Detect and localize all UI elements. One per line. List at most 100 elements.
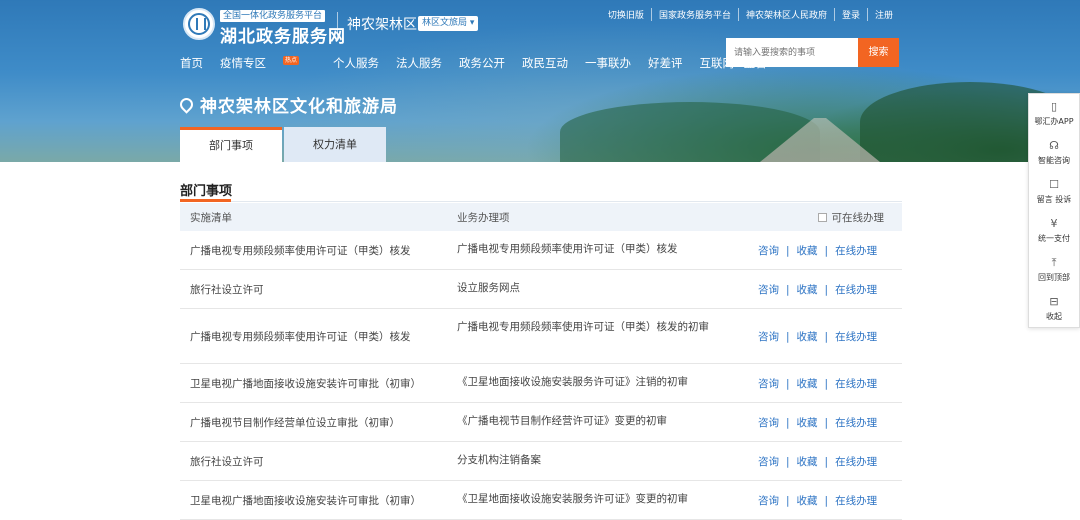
floating-toolbar: ▯ 鄂汇办APP ☊ 智能咨询 ☐ 留言 投诉 ¥ 统一支付 ⤒ 回到顶部 ⊟ 收起 bbox=[1028, 93, 1080, 328]
location-pin-icon bbox=[177, 95, 196, 114]
nav-item-legal-person[interactable]: 法人服务 bbox=[396, 55, 442, 71]
row-business-item[interactable]: 分支机构注销备案 bbox=[457, 452, 717, 469]
row-actions: 咨询 | 收藏 | 在线办理 bbox=[758, 243, 877, 258]
online-filter[interactable]: 可在线办理 bbox=[817, 210, 884, 225]
row-implementation[interactable]: 卫星电视广播地面接收设施安装许可审批（初审） bbox=[190, 376, 450, 391]
online-handle-link[interactable]: 在线办理 bbox=[835, 456, 877, 468]
consult-link[interactable]: 咨询 bbox=[758, 245, 779, 257]
favorite-link[interactable]: 收藏 bbox=[797, 284, 818, 296]
row-actions: 咨询 | 收藏 | 在线办理 bbox=[758, 329, 877, 344]
headset-icon: ☊ bbox=[1049, 139, 1059, 152]
row-implementation[interactable]: 旅行社设立许可 bbox=[190, 454, 450, 469]
separator: | bbox=[786, 245, 790, 257]
smart-consult-button[interactable]: ☊ 智能咨询 bbox=[1029, 133, 1079, 172]
tab-power-list[interactable]: 权力清单 bbox=[284, 127, 386, 162]
consult-link[interactable]: 咨询 bbox=[758, 378, 779, 390]
row-business-item[interactable]: 《卫星地面接收设施安装服务许可证》注销的初审 bbox=[457, 374, 717, 391]
row-business-item[interactable]: 设立服务网点 bbox=[457, 280, 717, 297]
site-name[interactable]: 湖北政务服务网 bbox=[220, 22, 346, 47]
separator: | bbox=[786, 284, 790, 296]
separator: | bbox=[824, 284, 829, 296]
online-handle-link[interactable]: 在线办理 bbox=[835, 378, 877, 390]
table-row: 卫星电视广播地面接收设施安装许可审批（初审） 《卫星地面接收设施安装服务许可证》… bbox=[180, 481, 902, 520]
section-underline bbox=[180, 199, 231, 202]
online-handle-link[interactable]: 在线办理 bbox=[835, 417, 877, 429]
region-switch-button[interactable]: 林区文旅局 ▾ bbox=[418, 16, 479, 31]
consult-link[interactable]: 咨询 bbox=[758, 495, 779, 507]
row-business-item[interactable]: 广播电视专用频段频率使用许可证（甲类）核发的初审 bbox=[457, 319, 717, 336]
row-actions: 咨询 | 收藏 | 在线办理 bbox=[758, 454, 877, 469]
table-row: 旅行社设立许可 设立服务网点 咨询 | 收藏 | 在线办理 bbox=[180, 270, 902, 309]
register-link[interactable]: 注册 bbox=[868, 8, 900, 21]
tab-department-matters[interactable]: 部门事项 bbox=[180, 127, 282, 162]
online-handle-link[interactable]: 在线办理 bbox=[835, 495, 877, 507]
favorite-link[interactable]: 收藏 bbox=[797, 331, 818, 343]
online-filter-checkbox[interactable] bbox=[817, 213, 827, 222]
row-actions: 咨询 | 收藏 | 在线办理 bbox=[758, 493, 877, 508]
yuan-icon: ¥ bbox=[1050, 217, 1058, 230]
online-handle-link[interactable]: 在线办理 bbox=[835, 245, 877, 257]
favorite-link[interactable]: 收藏 bbox=[797, 417, 818, 429]
consult-link[interactable]: 咨询 bbox=[758, 284, 779, 296]
online-handle-link[interactable]: 在线办理 bbox=[835, 284, 877, 296]
separator: | bbox=[824, 378, 829, 390]
favorite-link[interactable]: 收藏 bbox=[797, 378, 818, 390]
arrow-up-icon: ⤒ bbox=[1051, 256, 1057, 269]
row-implementation[interactable]: 广播电视节目制作经营单位设立审批（初审） bbox=[190, 415, 450, 430]
float-label: 回到顶部 bbox=[1038, 273, 1070, 282]
nav-item-epidemic[interactable]: 疫情专区 热点 bbox=[220, 55, 316, 71]
nav-item-evaluation[interactable]: 好差评 bbox=[648, 55, 683, 71]
nav-item-home[interactable]: 首页 bbox=[180, 55, 203, 71]
separator: | bbox=[786, 417, 790, 429]
site-subtitle: 全国一体化政务服务平台 bbox=[220, 10, 326, 22]
nav-item-label: 疫情专区 bbox=[220, 56, 266, 70]
consult-link[interactable]: 咨询 bbox=[758, 417, 779, 429]
separator: | bbox=[786, 495, 790, 507]
row-implementation[interactable]: 旅行社设立许可 bbox=[190, 282, 450, 297]
float-label: 鄂汇办APP bbox=[1034, 117, 1074, 126]
float-label: 统一支付 bbox=[1038, 234, 1070, 243]
separator: | bbox=[786, 331, 790, 343]
separator: | bbox=[824, 417, 829, 429]
app-download-button[interactable]: ▯ 鄂汇办APP bbox=[1029, 94, 1079, 133]
favorite-link[interactable]: 收藏 bbox=[797, 456, 818, 468]
national-platform-link[interactable]: 国家政务服务平台 bbox=[652, 8, 739, 21]
online-handle-link[interactable]: 在线办理 bbox=[835, 331, 877, 343]
site-logo-icon[interactable] bbox=[183, 8, 215, 40]
separator: | bbox=[824, 331, 829, 343]
hot-badge: 热点 bbox=[283, 56, 300, 65]
row-implementation[interactable]: 广播电视专用频段频率使用许可证（甲类）核发 bbox=[190, 329, 450, 344]
favorite-link[interactable]: 收藏 bbox=[797, 495, 818, 507]
nav-item-personal[interactable]: 个人服务 bbox=[333, 55, 379, 71]
row-business-item[interactable]: 《卫星地面接收设施安装服务许可证》变更的初审 bbox=[457, 491, 717, 508]
row-actions: 咨询 | 收藏 | 在线办理 bbox=[758, 415, 877, 430]
favorite-link[interactable]: 收藏 bbox=[797, 245, 818, 257]
table-row: 广播电视专用频段频率使用许可证（甲类）核发 广播电视专用频段频率使用许可证（甲类… bbox=[180, 309, 902, 364]
nav-item-one-matter[interactable]: 一事联办 bbox=[585, 55, 631, 71]
row-implementation[interactable]: 广播电视专用频段频率使用许可证（甲类）核发 bbox=[190, 243, 450, 258]
column-header-business: 业务办理项 bbox=[457, 212, 510, 224]
nav-item-gov-open[interactable]: 政务公开 bbox=[459, 55, 505, 71]
nav-item-interaction[interactable]: 政民互动 bbox=[522, 55, 568, 71]
float-label: 收起 bbox=[1046, 312, 1062, 321]
section-title: 部门事项 bbox=[180, 184, 233, 199]
search-button[interactable]: 搜索 bbox=[858, 38, 899, 67]
row-business-item[interactable]: 《广播电视节目制作经营许可证》变更的初审 bbox=[457, 413, 717, 430]
row-actions: 咨询 | 收藏 | 在线办理 bbox=[758, 376, 877, 391]
login-link[interactable]: 登录 bbox=[835, 8, 868, 21]
table-row: 旅行社设立许可 分支机构注销备案 咨询 | 收藏 | 在线办理 bbox=[180, 442, 902, 481]
message-complaint-button[interactable]: ☐ 留言 投诉 bbox=[1029, 172, 1079, 211]
consult-link[interactable]: 咨询 bbox=[758, 456, 779, 468]
float-label: 留言 投诉 bbox=[1036, 195, 1072, 204]
nav-item-supervision[interactable]: 互联网+监管 bbox=[700, 55, 767, 71]
collapse-button[interactable]: ⊟ 收起 bbox=[1029, 289, 1079, 328]
consult-link[interactable]: 咨询 bbox=[758, 331, 779, 343]
row-business-item[interactable]: 广播电视专用频段频率使用许可证（甲类）核发 bbox=[457, 241, 717, 258]
back-to-top-button[interactable]: ⤒ 回到顶部 bbox=[1029, 250, 1079, 289]
unified-payment-button[interactable]: ¥ 统一支付 bbox=[1029, 211, 1079, 250]
phone-icon: ▯ bbox=[1050, 100, 1058, 113]
row-implementation[interactable]: 卫星电视广播地面接收设施安装许可审批（初审） bbox=[190, 493, 450, 508]
local-government-link[interactable]: 神农架林区人民政府 bbox=[739, 8, 835, 21]
switch-old-version-link[interactable]: 切换旧版 bbox=[601, 8, 652, 21]
row-actions: 咨询 | 收藏 | 在线办理 bbox=[758, 282, 877, 297]
